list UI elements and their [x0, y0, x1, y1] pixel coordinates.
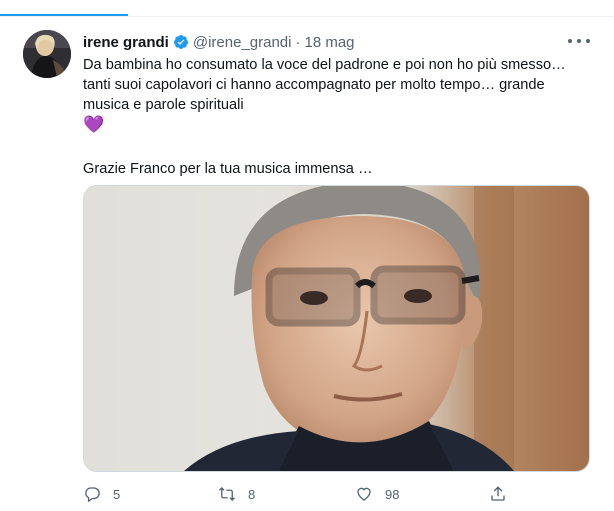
share-icon: [491, 486, 505, 501]
tweet-header: irene grandi @irene_grandi · 18 mag: [83, 32, 355, 52]
tweet-text-line: musica e parole spirituali: [83, 97, 244, 113]
separator-dot: ·: [295, 33, 301, 51]
author-name[interactable]: irene grandi: [83, 34, 169, 51]
portrait-photo: [84, 186, 589, 471]
retweet-button[interactable]: 8: [218, 484, 255, 504]
tweet-text-line: Da bambina ho consumato la voce del padr…: [83, 57, 566, 73]
more-options-icon[interactable]: [568, 34, 590, 48]
share-button[interactable]: [489, 484, 507, 504]
avatar-image: [23, 30, 71, 78]
more-dot: [577, 39, 581, 43]
author-handle[interactable]: @irene_grandi: [193, 34, 292, 51]
tweet-text: Da bambina ho consumato la voce del padr…: [83, 55, 588, 179]
reply-count: 5: [113, 486, 121, 502]
more-dot: [568, 39, 572, 43]
tab-divider: [0, 16, 614, 17]
like-button[interactable]: 98: [355, 484, 399, 504]
like-count: 98: [385, 486, 400, 502]
reply-icon: [85, 487, 100, 503]
tweet-date[interactable]: 18 mag: [304, 34, 354, 51]
more-dot: [586, 39, 590, 43]
retweet-count: 8: [248, 486, 256, 502]
tweet-actions: 5 8 98: [83, 484, 523, 504]
like-icon: [357, 487, 371, 501]
reply-button[interactable]: 5: [83, 484, 120, 504]
retweet-icon: [219, 487, 235, 501]
tweet-text-line: Grazie Franco per la tua musica immensa …: [83, 161, 373, 177]
purple-heart-emoji: 💜: [83, 115, 105, 134]
avatar[interactable]: [23, 30, 71, 78]
verified-badge-icon: [173, 35, 188, 49]
tweet-text-line: tanti suoi capolavori ci hanno accompagn…: [83, 77, 545, 93]
tweet-photo[interactable]: [83, 185, 590, 472]
